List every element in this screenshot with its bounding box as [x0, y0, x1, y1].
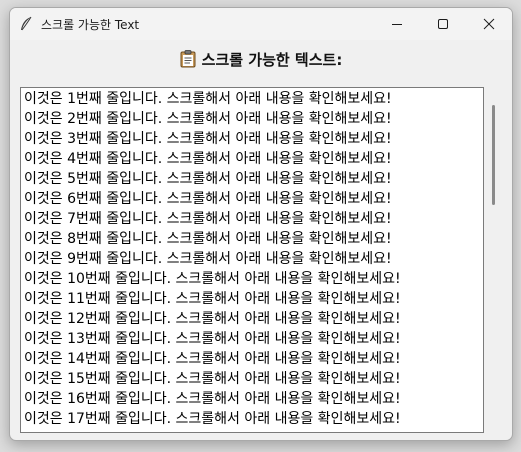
text-line: 이것은 5번째 줄입니다. 스크롤해서 아래 내용을 확인해보세요! — [24, 171, 392, 187]
maximize-button[interactable] — [420, 8, 466, 40]
text-line: 이것은 14번째 줄입니다. 스크롤해서 아래 내용을 확인해보세요! — [24, 351, 401, 367]
maximize-icon — [438, 19, 448, 29]
text-line: 이것은 17번째 줄입니다. 스크롤해서 아래 내용을 확인해보세요! — [24, 411, 401, 427]
text-lines: 이것은 1번째 줄입니다. 스크롤해서 아래 내용을 확인해보세요! 이것은 2번… — [24, 89, 480, 429]
text-line: 이것은 9번째 줄입니다. 스크롤해서 아래 내용을 확인해보세요! — [24, 251, 392, 267]
text-line: 이것은 15번째 줄입니다. 스크롤해서 아래 내용을 확인해보세요! — [24, 371, 401, 387]
clipboard-icon — [180, 50, 196, 68]
scrollbar-thumb[interactable] — [492, 105, 495, 205]
text-line: 이것은 6번째 줄입니다. 스크롤해서 아래 내용을 확인해보세요! — [24, 191, 392, 207]
text-line: 이것은 3번째 줄입니다. 스크롤해서 아래 내용을 확인해보세요! — [24, 131, 392, 147]
text-line: 이것은 10번째 줄입니다. 스크롤해서 아래 내용을 확인해보세요! — [24, 271, 401, 287]
text-line: 이것은 16번째 줄입니다. 스크롤해서 아래 내용을 확인해보세요! — [24, 391, 401, 407]
text-line: 이것은 13번째 줄입니다. 스크롤해서 아래 내용을 확인해보세요! — [24, 331, 401, 347]
heading-text: 스크롤 가능한 텍스트: — [201, 51, 343, 69]
text-line: 이것은 7번째 줄입니다. 스크롤해서 아래 내용을 확인해보세요! — [24, 211, 392, 227]
window-title: 스크롤 가능한 Text — [41, 18, 140, 32]
vertical-scrollbar[interactable] — [487, 87, 501, 433]
close-icon — [483, 18, 495, 30]
heading-label: 스크롤 가능한 텍스트: — [10, 49, 512, 70]
text-line: 이것은 8번째 줄입니다. 스크롤해서 아래 내용을 확인해보세요! — [24, 231, 392, 247]
app-window: 스크롤 가능한 Text 스크롤 가능한 텍스트: 이것은 1번째 줄입니다. … — [9, 7, 513, 441]
text-line: 이것은 2번째 줄입니다. 스크롤해서 아래 내용을 확인해보세요! — [24, 111, 392, 127]
feather-icon — [19, 16, 33, 32]
title-bar[interactable]: 스크롤 가능한 Text — [10, 8, 512, 40]
text-line: 이것은 11번째 줄입니다. 스크롤해서 아래 내용을 확인해보세요! — [24, 291, 401, 307]
text-line: 이것은 4번째 줄입니다. 스크롤해서 아래 내용을 확인해보세요! — [24, 151, 392, 167]
minimize-button[interactable] — [374, 8, 420, 40]
minimize-icon — [392, 24, 402, 25]
scrollable-text-area[interactable]: 이것은 1번째 줄입니다. 스크롤해서 아래 내용을 확인해보세요! 이것은 2번… — [20, 87, 484, 433]
close-button[interactable] — [466, 8, 512, 40]
text-line: 이것은 12번째 줄입니다. 스크롤해서 아래 내용을 확인해보세요! — [24, 311, 401, 327]
text-line: 이것은 1번째 줄입니다. 스크롤해서 아래 내용을 확인해보세요! — [24, 91, 392, 107]
